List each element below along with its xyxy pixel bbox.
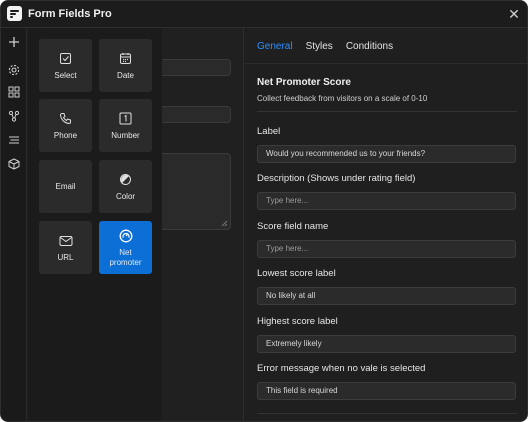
close-button[interactable]: ✕ — [505, 5, 523, 23]
cube-icon[interactable] — [6, 156, 22, 172]
list-icon[interactable] — [6, 132, 22, 148]
envelope-icon — [58, 233, 74, 249]
tab-styles[interactable]: Styles — [306, 41, 333, 52]
section-title: Net Promoter Score — [257, 77, 351, 88]
field-type-color[interactable]: Color — [99, 160, 152, 213]
description-field-label: Description (Shows under rating field) — [257, 173, 416, 184]
preview-input — [158, 106, 231, 123]
preview-textarea — [158, 153, 231, 230]
share-nodes-icon[interactable] — [6, 108, 22, 124]
tab-conditions[interactable]: Conditions — [346, 41, 393, 52]
error-message-input[interactable]: This field is required — [257, 382, 516, 400]
app-title: Form Fields Pro — [28, 8, 112, 20]
field-type-label: Number — [111, 130, 140, 140]
field-type-label: URL — [57, 252, 74, 262]
app-logo-icon — [7, 6, 22, 21]
field-type-date[interactable]: Date — [99, 39, 152, 92]
field-type-url[interactable]: URL — [39, 221, 92, 274]
highest-score-label: Highest score label — [257, 316, 338, 327]
description-input[interactable]: Type here... — [257, 192, 516, 210]
phone-icon — [58, 111, 74, 127]
plus-icon[interactable] — [6, 34, 22, 50]
icon-rail — [1, 28, 27, 421]
field-type-label: Email — [55, 181, 76, 191]
panel-divider — [257, 413, 517, 414]
app-window: Form Fields Pro ✕ Select Date Phone Numb… — [0, 0, 528, 422]
field-type-select[interactable]: Select — [39, 39, 92, 92]
field-type-label: Date — [117, 70, 134, 80]
blocks-icon[interactable] — [6, 84, 22, 100]
color-icon — [118, 172, 134, 188]
calendar-icon — [118, 51, 134, 67]
checkbox-icon — [58, 51, 74, 67]
field-type-number[interactable]: Number — [99, 99, 152, 152]
field-type-picker: Select Date Phone Number Email Color URL… — [28, 28, 162, 421]
preview-input — [158, 59, 231, 76]
field-type-email[interactable]: Email — [39, 160, 92, 213]
tab-general[interactable]: General — [257, 41, 293, 52]
lowest-score-label: Lowest score label — [257, 268, 336, 279]
error-message-label: Error message when no vale is selected — [257, 363, 426, 374]
field-type-label: Net promoter — [109, 247, 142, 267]
score-field-name-label: Score field name — [257, 221, 329, 232]
field-type-label: Phone — [53, 130, 78, 140]
highest-score-input[interactable]: Extremely likely — [257, 335, 516, 353]
gear-icon[interactable] — [6, 62, 22, 78]
field-type-phone[interactable]: Phone — [39, 99, 92, 152]
section-divider — [257, 111, 517, 112]
title-bar: Form Fields Pro ✕ — [1, 1, 527, 28]
settings-panel: General Styles Conditions Net Promoter S… — [245, 28, 527, 421]
field-type-label: Select — [54, 70, 77, 80]
field-type-label: Color — [115, 191, 136, 201]
lowest-score-input[interactable]: No likely at all — [257, 287, 516, 305]
gauge-icon — [118, 228, 134, 244]
tab-divider — [245, 63, 527, 64]
label-field-label: Label — [257, 126, 281, 137]
section-description: Collect feedback from visitors on a scal… — [257, 94, 428, 103]
number-one-icon — [118, 111, 134, 127]
label-input[interactable]: Would you recommended us to your friends… — [257, 145, 516, 163]
panel-tabs: General Styles Conditions — [257, 41, 406, 52]
form-canvas: Select Date Phone Number Email Color URL… — [28, 28, 244, 421]
score-field-name-input[interactable]: Type here... — [257, 240, 516, 258]
field-type-net-promoter[interactable]: Net promoter — [99, 221, 152, 274]
